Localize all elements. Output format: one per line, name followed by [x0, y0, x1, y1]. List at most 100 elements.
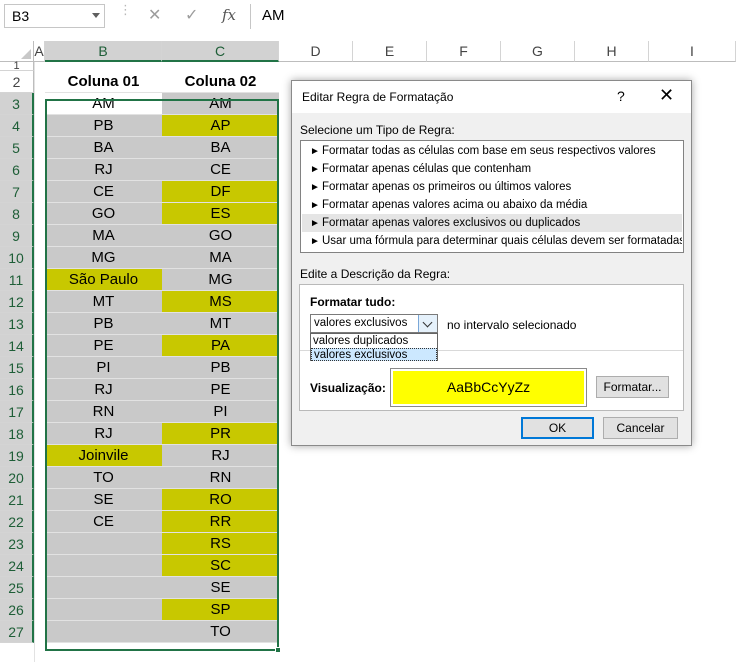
- dropdown-button[interactable]: [418, 315, 437, 332]
- row-header-17[interactable]: 17: [0, 401, 34, 423]
- cell-c15[interactable]: PB: [162, 357, 279, 379]
- column-header-b[interactable]: B: [45, 41, 162, 62]
- row-header-20[interactable]: 20: [0, 467, 34, 489]
- format-all-select[interactable]: valores exclusivos: [310, 314, 438, 333]
- rule-type-item[interactable]: ► Formatar apenas células que contenham: [302, 160, 682, 178]
- cell-b9[interactable]: MA: [45, 225, 162, 247]
- dialog-titlebar[interactable]: Editar Regra de Formatação ? ✕: [292, 81, 691, 113]
- row-header-4[interactable]: 4: [0, 115, 34, 137]
- row-header-8[interactable]: 8: [0, 203, 34, 225]
- cell-c16[interactable]: PE: [162, 379, 279, 401]
- cell-c3[interactable]: AM: [162, 93, 279, 115]
- row-header-26[interactable]: 26: [0, 599, 34, 621]
- cell-c7[interactable]: DF: [162, 181, 279, 203]
- cell-c22[interactable]: RR: [162, 511, 279, 533]
- dropdown-option-unique[interactable]: valores exclusivos: [311, 348, 437, 361]
- cell-c2[interactable]: Coluna 02: [162, 71, 279, 93]
- rule-type-item[interactable]: ► Formatar apenas os primeiros ou últimos…: [302, 178, 682, 196]
- row-header-18[interactable]: 18: [0, 423, 34, 445]
- cell-b26[interactable]: [45, 599, 162, 621]
- cell-b23[interactable]: [45, 533, 162, 555]
- cell-b16[interactable]: RJ: [45, 379, 162, 401]
- cell-c6[interactable]: CE: [162, 159, 279, 181]
- row-header-27[interactable]: 27: [0, 621, 34, 643]
- cancel-button[interactable]: Cancelar: [603, 417, 678, 439]
- cell-c25[interactable]: SE: [162, 577, 279, 599]
- cell-c10[interactable]: MA: [162, 247, 279, 269]
- cell-c27[interactable]: TO: [162, 621, 279, 643]
- cell-c13[interactable]: MT: [162, 313, 279, 335]
- row-header-13[interactable]: 13: [0, 313, 34, 335]
- column-header-f[interactable]: F: [427, 41, 501, 62]
- rule-type-item[interactable]: ► Formatar apenas valores exclusivos ou d…: [302, 214, 682, 232]
- cell-b21[interactable]: SE: [45, 489, 162, 511]
- row-header-9[interactable]: 9: [0, 225, 34, 247]
- cell-b11[interactable]: São Paulo: [45, 269, 162, 291]
- row-header-2[interactable]: 2: [0, 71, 34, 93]
- cell-c5[interactable]: BA: [162, 137, 279, 159]
- cell-c24[interactable]: SC: [162, 555, 279, 577]
- cell-b20[interactable]: TO: [45, 467, 162, 489]
- row-header-16[interactable]: 16: [0, 379, 34, 401]
- format-all-dropdown[interactable]: valores duplicados valores exclusivos: [310, 333, 438, 361]
- column-header-c[interactable]: C: [162, 41, 279, 62]
- cell-b10[interactable]: MG: [45, 247, 162, 269]
- cell-b18[interactable]: RJ: [45, 423, 162, 445]
- ok-button[interactable]: OK: [521, 417, 594, 439]
- column-header-e[interactable]: E: [353, 41, 427, 62]
- cell-c20[interactable]: RN: [162, 467, 279, 489]
- cell-c19[interactable]: RJ: [162, 445, 279, 467]
- column-header-h[interactable]: H: [575, 41, 649, 62]
- cell-c11[interactable]: MG: [162, 269, 279, 291]
- cell-c14[interactable]: PA: [162, 335, 279, 357]
- cell-c4[interactable]: AP: [162, 115, 279, 137]
- dropdown-option-duplicates[interactable]: valores duplicados: [311, 335, 437, 348]
- cell-c21[interactable]: RO: [162, 489, 279, 511]
- cell-b7[interactable]: CE: [45, 181, 162, 203]
- cell-c26[interactable]: SP: [162, 599, 279, 621]
- cell-b14[interactable]: PE: [45, 335, 162, 357]
- cell-c8[interactable]: ES: [162, 203, 279, 225]
- cell-b13[interactable]: PB: [45, 313, 162, 335]
- row-header-6[interactable]: 6: [0, 159, 34, 181]
- cell-b15[interactable]: PI: [45, 357, 162, 379]
- cell-c18[interactable]: PR: [162, 423, 279, 445]
- row-header-25[interactable]: 25: [0, 577, 34, 599]
- cell-b12[interactable]: MT: [45, 291, 162, 313]
- row-header-19[interactable]: 19: [0, 445, 34, 467]
- row-header-21[interactable]: 21: [0, 489, 34, 511]
- cell-c17[interactable]: PI: [162, 401, 279, 423]
- confirm-entry-icon[interactable]: ✓: [185, 5, 198, 27]
- cell-b3[interactable]: AM: [45, 93, 162, 115]
- cell-b22[interactable]: CE: [45, 511, 162, 533]
- cell-b25[interactable]: [45, 577, 162, 599]
- insert-function-icon[interactable]: fx: [222, 6, 236, 28]
- close-icon[interactable]: ✕: [659, 85, 674, 106]
- row-header-23[interactable]: 23: [0, 533, 34, 555]
- row-header-10[interactable]: 10: [0, 247, 34, 269]
- cell-b2[interactable]: Coluna 01: [45, 71, 162, 93]
- help-button[interactable]: ?: [617, 88, 625, 104]
- cell-c23[interactable]: RS: [162, 533, 279, 555]
- row-header-24[interactable]: 24: [0, 555, 34, 577]
- formula-input[interactable]: AM: [262, 7, 285, 24]
- row-header-12[interactable]: 12: [0, 291, 34, 313]
- rule-type-list[interactable]: ► Formatar todas as células com base em s…: [300, 140, 684, 253]
- rule-type-item[interactable]: ► Usar uma fórmula para determinar quais …: [302, 232, 682, 250]
- row-header-15[interactable]: 15: [0, 357, 34, 379]
- row-header-5[interactable]: 5: [0, 137, 34, 159]
- cell-b8[interactable]: GO: [45, 203, 162, 225]
- column-header-a[interactable]: A: [34, 41, 45, 62]
- rule-type-item[interactable]: ► Formatar apenas valores acima ou abaixo…: [302, 196, 682, 214]
- row-header-3[interactable]: 3: [0, 93, 34, 115]
- cell-b6[interactable]: RJ: [45, 159, 162, 181]
- select-all-button[interactable]: [0, 41, 34, 62]
- name-box[interactable]: B3: [4, 4, 105, 28]
- cell-c9[interactable]: GO: [162, 225, 279, 247]
- cell-b17[interactable]: RN: [45, 401, 162, 423]
- cell-b27[interactable]: [45, 621, 162, 643]
- chevron-down-icon[interactable]: [92, 13, 100, 18]
- row-header-7[interactable]: 7: [0, 181, 34, 203]
- cell-b19[interactable]: Joinvile: [45, 445, 162, 467]
- cell-b4[interactable]: PB: [45, 115, 162, 137]
